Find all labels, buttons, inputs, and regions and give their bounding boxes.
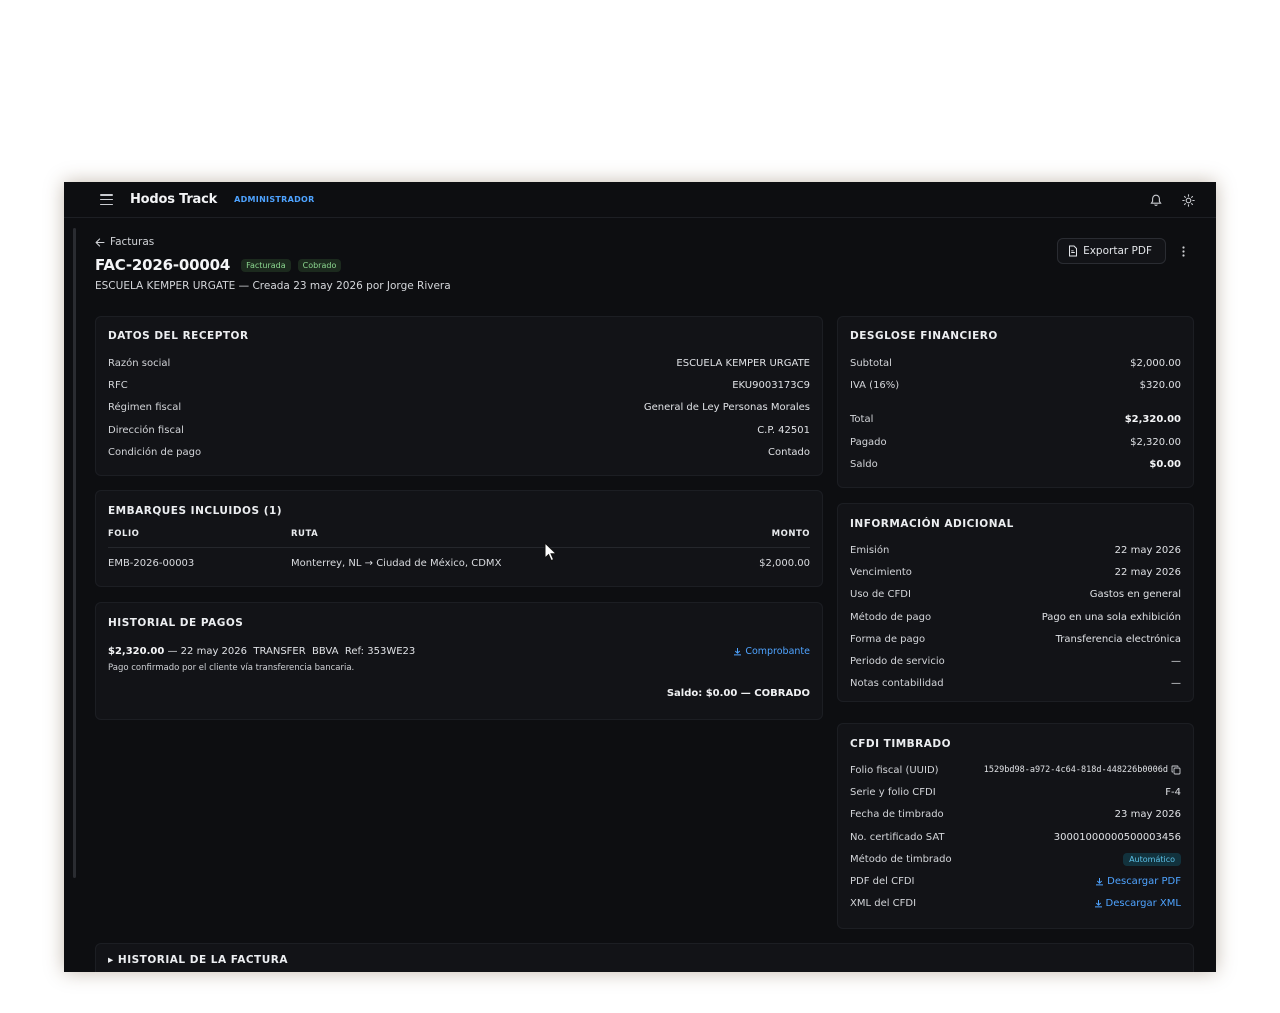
page-header: Facturas FAC-2026-00004 Facturada Cobrad… bbox=[95, 236, 1194, 292]
app-window: Hodos Track ADMINISTRADOR Facturas FAC-2… bbox=[64, 182, 1216, 972]
top-bar: Hodos Track ADMINISTRADOR bbox=[64, 182, 1216, 218]
receptor-row: Régimen fiscal General de Ley Personas Mo… bbox=[108, 402, 810, 414]
stamp-date-row: Fecha de timbrado 23 may 2026 bbox=[850, 809, 1181, 821]
column-header-folio: FOLIO bbox=[108, 529, 291, 548]
info-row: Emisión 22 may 2026 bbox=[850, 544, 1181, 556]
receptor-card: DATOS DEL RECEPTOR Razón social ESCUELA K… bbox=[95, 316, 823, 476]
receptor-row: RFC EKU9003173C9 bbox=[108, 379, 810, 391]
shipments-table: FOLIO RUTA MONTO EMB-2026-00003 Monterre… bbox=[108, 529, 810, 569]
shipments-card: EMBARQUES INCLUIDOS (1) FOLIO RUTA MONTO… bbox=[95, 490, 823, 587]
paid-row: Pagado $2,320.00 bbox=[850, 436, 1181, 448]
pdf-row: PDF del CFDI Descargar PDF bbox=[850, 876, 1181, 888]
mouse-cursor bbox=[544, 542, 558, 562]
payment-amount: $2,320.00 bbox=[108, 646, 165, 657]
shipments-title: EMBARQUES INCLUIDOS (1) bbox=[108, 505, 283, 517]
additional-info-card: INFORMACIÓN ADICIONAL Emisión 22 may 2026… bbox=[837, 503, 1194, 702]
shipment-folio: EMB-2026-00003 bbox=[108, 558, 195, 569]
export-pdf-label: Exportar PDF bbox=[1083, 245, 1152, 257]
receptor-row: Dirección fiscal C.P. 42501 bbox=[108, 424, 810, 436]
column-header-ruta: RUTA bbox=[291, 529, 709, 548]
info-row: Vencimiento 22 may 2026 bbox=[850, 566, 1181, 578]
arrow-left-icon bbox=[95, 237, 105, 247]
shipment-route: Monterrey, NL → Ciudad de México, CDMX bbox=[291, 558, 502, 569]
info-row: Periodo de servicio — bbox=[850, 656, 1181, 668]
info-row: Método de pago Pago en una sola exhibició… bbox=[850, 611, 1181, 623]
additional-info-title: INFORMACIÓN ADICIONAL bbox=[850, 518, 1014, 530]
role-label: ADMINISTRADOR bbox=[234, 195, 315, 204]
iva-row: IVA (16%) $320.00 bbox=[850, 379, 1181, 391]
payment-note: Pago confirmado por el cliente vía trans… bbox=[108, 663, 355, 673]
stamp-method-row: Método de timbrado Automático bbox=[850, 848, 1181, 870]
uuid-value: 1529bd98-a972-4c64-818d-448226b0006d bbox=[983, 765, 1168, 776]
auto-badge: Automático bbox=[1123, 852, 1181, 866]
info-row: Notas contabilidad — bbox=[850, 678, 1181, 690]
back-link[interactable]: Facturas bbox=[95, 236, 1194, 248]
kebab-icon[interactable] bbox=[1172, 238, 1194, 264]
certificate-row: No. certificado SAT 30001000000500003456 bbox=[850, 831, 1181, 843]
invoice-history-title: ▸ HISTORIAL DE LA FACTURA bbox=[108, 954, 288, 966]
download-icon bbox=[734, 648, 742, 656]
receipt-link[interactable]: Comprobante bbox=[733, 646, 810, 657]
bell-icon[interactable] bbox=[1148, 192, 1164, 208]
subtotal-row: Subtotal $2,000.00 bbox=[850, 357, 1181, 369]
page-title: FAC-2026-00004 bbox=[95, 256, 231, 274]
app-name: Hodos Track bbox=[130, 192, 218, 207]
balance-row: Saldo $0.00 bbox=[850, 458, 1181, 470]
serie-row: Serie y folio CFDI F-4 bbox=[850, 786, 1181, 798]
payments-card: HISTORIAL DE PAGOS $2,320.00 — 22 may 20… bbox=[95, 602, 823, 720]
xml-row: XML del CFDI Descargar XML bbox=[850, 898, 1181, 910]
download-icon bbox=[1096, 878, 1104, 886]
download-pdf-link[interactable]: Descargar PDF bbox=[1095, 876, 1181, 887]
info-row: Forma de pago Transferencia electrónica bbox=[850, 633, 1181, 645]
total-row: Total $2,320.00 bbox=[850, 414, 1181, 426]
receipt-link-label: Comprobante bbox=[745, 646, 810, 657]
financial-title: DESGLOSE FINANCIERO bbox=[850, 330, 998, 342]
info-row: Uso de CFDI Gastos en general bbox=[850, 589, 1181, 601]
sun-icon[interactable] bbox=[1180, 192, 1196, 208]
payments-title: HISTORIAL DE PAGOS bbox=[108, 617, 244, 629]
copy-icon[interactable] bbox=[1171, 765, 1181, 775]
table-row[interactable]: EMB-2026-00003 Monterrey, NL → Ciudad de… bbox=[108, 548, 810, 569]
payment-details: — 22 may 2026 TRANSFER BBVA Ref: 353WE23 bbox=[167, 646, 416, 657]
cfdi-card: CFDI TIMBRADO Folio fiscal (UUID) 1529bd… bbox=[837, 723, 1194, 929]
file-icon bbox=[1069, 245, 1078, 257]
column-header-monto: MONTO bbox=[708, 529, 810, 548]
receptor-title: DATOS DEL RECEPTOR bbox=[108, 330, 249, 342]
scrollbar[interactable] bbox=[73, 228, 76, 878]
payment-balance: Saldo: $0.00 — COBRADO bbox=[666, 688, 810, 699]
download-xml-link[interactable]: Descargar XML bbox=[1094, 898, 1181, 909]
receptor-row: Razón social ESCUELA KEMPER URGATE bbox=[108, 357, 810, 369]
export-pdf-button[interactable]: Exportar PDF bbox=[1057, 238, 1166, 264]
status-badge-paid: Cobrado bbox=[297, 258, 342, 272]
back-link-label: Facturas bbox=[110, 236, 155, 248]
uuid-row: Folio fiscal (UUID) 1529bd98-a972-4c64-8… bbox=[850, 759, 1181, 781]
page-subtitle: ESCUELA KEMPER URGATE — Creada 23 may 20… bbox=[95, 280, 451, 292]
financial-breakdown-card: DESGLOSE FINANCIERO Subtotal $2,000.00 IV… bbox=[837, 316, 1194, 488]
invoice-history-toggle[interactable]: ▸ HISTORIAL DE LA FACTURA bbox=[95, 943, 1194, 972]
status-badge-invoiced: Facturada bbox=[241, 258, 291, 272]
shipment-amount: $2,000.00 bbox=[759, 558, 810, 569]
cfdi-title: CFDI TIMBRADO bbox=[850, 738, 952, 750]
download-icon bbox=[1094, 900, 1102, 908]
receptor-row: Condición de pago Contado bbox=[108, 446, 810, 458]
menu-icon[interactable] bbox=[100, 194, 113, 205]
